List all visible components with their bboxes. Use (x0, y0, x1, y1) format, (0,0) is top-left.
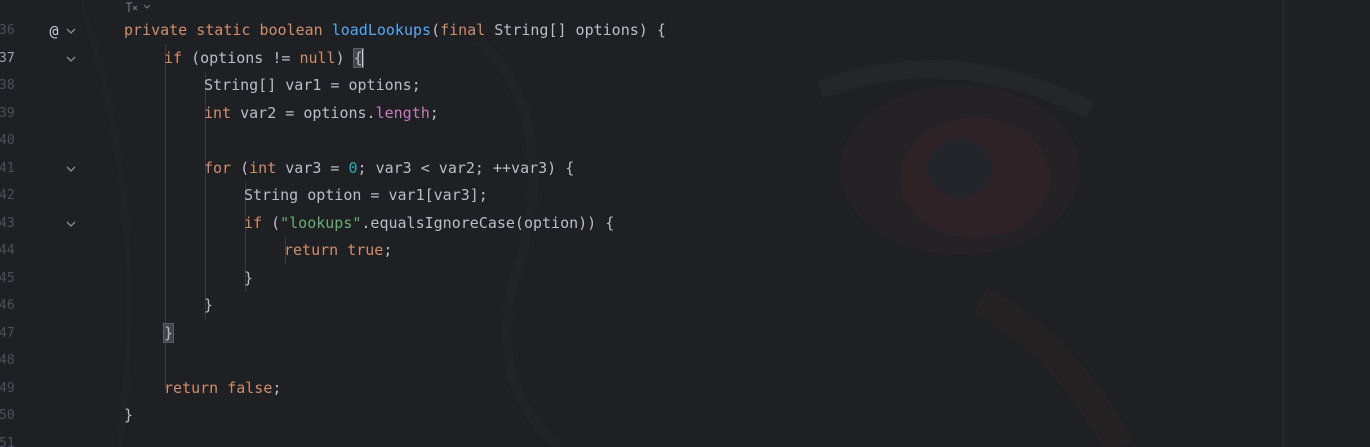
line-number: 40 (0, 133, 15, 148)
line-number: 39 (0, 105, 15, 121)
line-number: 50 (0, 408, 15, 423)
line-number: 38 (0, 78, 15, 93)
code-line-37: if (options != null) { (164, 45, 1370, 73)
line-number: 36 (0, 23, 15, 38)
keyword: return (164, 378, 219, 397)
line-number: 44 (0, 243, 15, 258)
method-name: loadLookups (331, 21, 432, 39)
code-text: ; (383, 241, 393, 259)
code-text: ( (262, 213, 281, 232)
gutter-line: 47 (0, 320, 82, 348)
line-number: 46 (0, 298, 15, 313)
keyword: return (284, 241, 339, 259)
code-line-50: } (124, 402, 1370, 430)
keyword: true (347, 241, 384, 259)
code-text: } (244, 268, 254, 287)
gutter-line: 49 (0, 375, 82, 403)
gutter-line: 50 (0, 402, 82, 430)
code-line-38: String[] var1 = options; (204, 72, 1370, 100)
gutter-line: 41 (0, 155, 82, 183)
code-text: ) (335, 48, 354, 67)
keyword: private (124, 21, 188, 39)
keyword: static (196, 21, 251, 39)
keyword: false (227, 378, 273, 397)
code-text: ; var3 < var2; ++var3) { (357, 158, 575, 177)
keyword: final (440, 21, 486, 39)
line-number: 49 (0, 380, 15, 396)
keyword: boolean (259, 21, 323, 39)
gutter-line: 42 (0, 182, 82, 210)
gutter-line: 48 (0, 347, 82, 375)
code-text: ( (231, 158, 250, 177)
keyword: int (249, 158, 277, 177)
keyword: if (164, 48, 183, 67)
line-number: 37 (0, 50, 15, 66)
code-text: String[] var1 = options; (204, 76, 421, 94)
code-text: ( (431, 21, 441, 39)
line-number-gutter[interactable]: 36 @ 37 38 39 40 41 42 43 44 45 46 47 48… (0, 0, 82, 447)
keyword: int (204, 103, 232, 122)
code-editor[interactable]: 36 @ 37 38 39 40 41 42 43 44 45 46 47 48… (0, 0, 1370, 447)
code-text: ; (272, 378, 282, 397)
code-text: } (204, 296, 214, 314)
code-line-49: return false; (164, 375, 1370, 403)
matched-brace: } (162, 322, 175, 343)
override-at-icon[interactable]: @ (44, 21, 64, 41)
chevron-down-icon[interactable] (66, 26, 76, 36)
code-line-36: private static boolean loadLookups(final… (124, 17, 1370, 45)
gutter-line: 40 (0, 127, 82, 155)
gutter-line: 44 (0, 237, 82, 265)
line-number: 41 (0, 160, 15, 176)
code-text: ; (429, 103, 439, 122)
chevron-down-icon[interactable] (66, 219, 76, 229)
code-text: .equalsIgnoreCase(option)) { (361, 213, 615, 232)
line-number: 43 (0, 215, 15, 231)
code-text: var3 = (276, 158, 349, 177)
gutter-line: 38 (0, 72, 82, 100)
field-name: length (375, 103, 430, 122)
gutter-line: 39 (0, 100, 82, 128)
keyword: null (299, 48, 336, 67)
gutter-line: 46 (0, 292, 82, 320)
keyword: for (204, 158, 232, 177)
string-literal: "lookups" (280, 213, 362, 232)
chevron-down-icon[interactable] (66, 164, 76, 174)
line-number: 51 (0, 435, 15, 447)
code-line-44: return true; (284, 237, 1370, 265)
line-number: 48 (0, 353, 15, 368)
gutter-line: 45 (0, 265, 82, 293)
line-number: 45 (0, 270, 15, 286)
keyword: if (244, 213, 263, 232)
number-literal: 0 (348, 158, 358, 177)
code-line-39: int var2 = options.length; (204, 100, 1370, 128)
code-line-46: } (204, 292, 1370, 320)
line-number: 42 (0, 188, 15, 203)
code-area[interactable]: private static boolean loadLookups(final… (84, 0, 1370, 447)
gutter-line: 43 (0, 210, 82, 238)
code-text: } (124, 406, 134, 424)
code-text: var2 = options. (231, 103, 376, 122)
chevron-down-icon[interactable] (66, 54, 76, 64)
code-line-42: String option = var1[var3]; (244, 182, 1370, 210)
code-text: String option = var1[var3]; (244, 186, 488, 204)
code-text: (options != (182, 48, 300, 67)
line-number: 47 (0, 325, 15, 341)
code-text: String[] options) { (485, 21, 666, 39)
code-line-45: } (244, 265, 1370, 293)
code-line-41: for (int var3 = 0; var3 < var2; ++var3) … (204, 155, 1370, 183)
text-caret (361, 49, 364, 67)
gutter-line: 51 (0, 430, 82, 447)
code-line-47: } (162, 320, 1370, 348)
code-line-43: if ("lookups".equalsIgnoreCase(option)) … (244, 210, 1370, 238)
gutter-line: 37 (0, 45, 82, 73)
gutter-line: 36 @ (0, 17, 82, 45)
